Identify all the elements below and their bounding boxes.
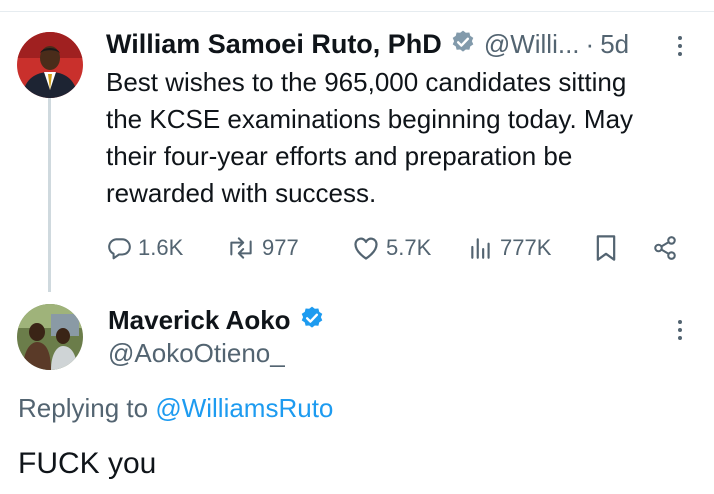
reply-button[interactable]: 1.6K	[106, 228, 183, 268]
more-icon[interactable]	[677, 36, 683, 56]
like-icon	[352, 235, 380, 261]
share-button[interactable]	[652, 228, 678, 268]
tweet-text: Best wishes to the 965,000 candidates si…	[106, 67, 634, 208]
avatar-maverick-aoko[interactable]	[17, 304, 83, 370]
author-name[interactable]: Maverick Aoko	[108, 305, 291, 336]
replying-prefix: Replying to	[18, 393, 149, 423]
replying-to: Replying to @WilliamsRuto	[18, 393, 333, 424]
reply-count: 1.6K	[138, 235, 184, 260]
more-icon[interactable]	[677, 320, 683, 340]
tweet-text: FUCK you	[18, 447, 157, 480]
author-handle[interactable]: @AokoOtieno_	[108, 338, 285, 369]
separator-dot: ·	[585, 28, 595, 59]
author-name[interactable]: William Samoei Ruto, PhD	[106, 29, 442, 60]
repost-button[interactable]: 977	[226, 228, 299, 268]
top-divider	[0, 11, 714, 12]
repost-icon	[226, 235, 256, 261]
tweet-age[interactable]: 5d	[600, 29, 629, 60]
views-icon	[468, 235, 494, 261]
tweet-actions: 1.6K 977 5.7K 777K	[106, 228, 686, 268]
avatar-william-ruto[interactable]	[17, 32, 83, 98]
share-icon	[652, 235, 678, 261]
like-button[interactable]: 5.7K	[352, 228, 431, 268]
views-count: 777K	[500, 235, 552, 260]
replying-to-link[interactable]: @WilliamsRuto	[155, 393, 333, 423]
like-count: 5.7K	[386, 235, 432, 260]
author-handle[interactable]: @Willi...	[484, 29, 580, 60]
bookmark-button[interactable]	[594, 228, 618, 268]
views-button[interactable]: 777K	[468, 228, 551, 268]
verified-icon	[450, 29, 476, 60]
reply-icon	[106, 235, 132, 261]
thread-connector-line	[48, 97, 51, 292]
repost-count: 977	[262, 235, 299, 260]
bookmark-icon	[594, 234, 618, 262]
verified-icon	[299, 305, 325, 336]
